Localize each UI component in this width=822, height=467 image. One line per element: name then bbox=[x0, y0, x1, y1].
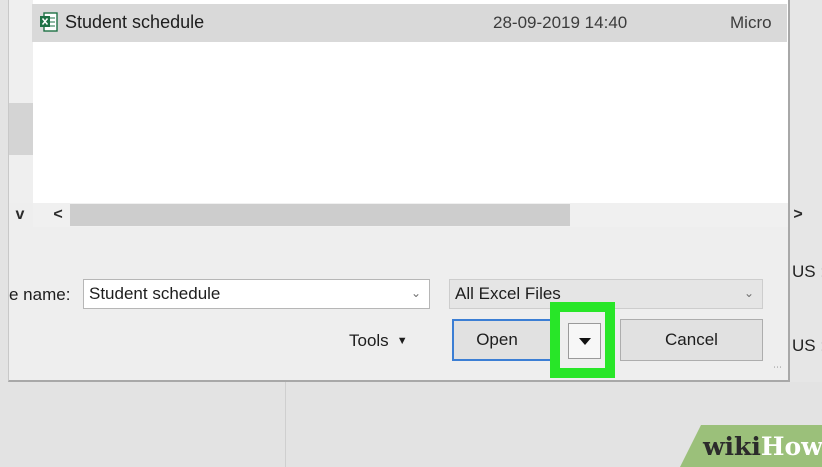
watermark-wiki: wiki bbox=[703, 432, 761, 461]
tools-menu-button[interactable]: Tools ▼ bbox=[349, 331, 408, 351]
file-date-modified: 28-09-2019 14:40 bbox=[493, 13, 628, 32]
file-type: Micro bbox=[730, 13, 772, 32]
triangle-down-icon: ▼ bbox=[396, 335, 408, 347]
filename-input[interactable]: Student schedule ⌄ bbox=[83, 279, 430, 309]
cancel-button[interactable]: Cancel bbox=[620, 319, 763, 361]
file-type-filter-value: All Excel Files bbox=[455, 284, 561, 303]
filename-label: e name: bbox=[9, 285, 71, 304]
wikihow-watermark: wikiHow bbox=[703, 432, 822, 461]
horizontal-scrollbar[interactable]: < > bbox=[33, 203, 803, 227]
chevron-down-icon[interactable]: ⌄ bbox=[744, 286, 754, 300]
tools-label: Tools bbox=[349, 331, 389, 350]
file-name[interactable]: Student schedule bbox=[65, 12, 204, 33]
background-text: US : bbox=[792, 262, 822, 281]
scroll-left-icon[interactable]: < bbox=[47, 203, 69, 227]
navigation-scroll-thumb[interactable] bbox=[9, 103, 33, 155]
filename-value: Student schedule bbox=[89, 284, 221, 303]
nav-collapse-icon[interactable]: v bbox=[9, 203, 31, 227]
horizontal-scroll-thumb[interactable] bbox=[70, 204, 570, 226]
scroll-right-icon[interactable]: > bbox=[787, 203, 809, 227]
open-button[interactable]: Open bbox=[452, 319, 556, 361]
open-file-dialog: < > v e name: Student schedule ⌄ All Exc… bbox=[8, 0, 803, 382]
excel-file-icon bbox=[40, 12, 58, 32]
background-text: US : bbox=[792, 336, 822, 355]
open-button-label: Open bbox=[476, 330, 518, 349]
highlight-box bbox=[550, 302, 615, 378]
watermark-how: How bbox=[760, 432, 822, 461]
resize-grip-icon[interactable]: ⋯ bbox=[773, 362, 782, 373]
navigation-pane[interactable] bbox=[9, 0, 33, 203]
cancel-button-label: Cancel bbox=[665, 330, 718, 349]
background-divider bbox=[285, 382, 286, 467]
chevron-down-icon[interactable]: ⌄ bbox=[411, 286, 421, 300]
